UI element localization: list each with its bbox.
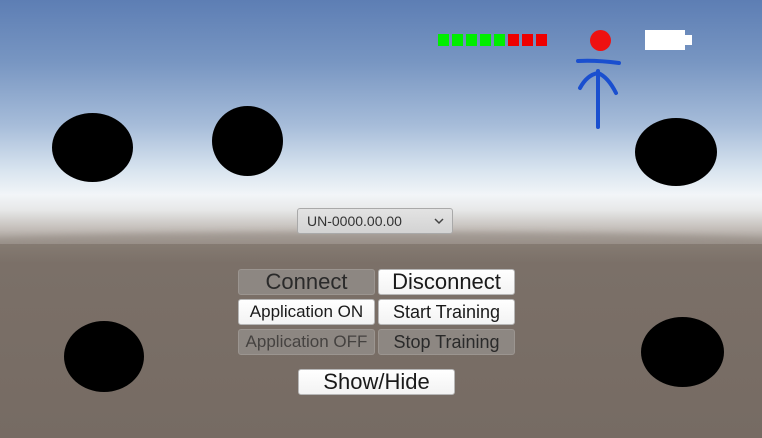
marker-blob-top-left — [52, 113, 133, 182]
hand-drawn-arrow-icon — [576, 58, 621, 129]
application-off-button[interactable]: Application OFF — [238, 329, 375, 355]
stop-training-label: Stop Training — [393, 331, 500, 352]
game-viewport: UN-0000.00.00 Connect Disconnect Applica… — [0, 0, 762, 438]
signal-segment-on — [438, 34, 449, 46]
battery-icon — [645, 30, 685, 50]
stop-training-button[interactable]: Stop Training — [378, 329, 515, 355]
signal-strength-meter — [438, 34, 547, 46]
marker-blob-top-right — [635, 118, 717, 186]
marker-blob-top-center — [212, 106, 283, 176]
marker-blob-bottom-left — [64, 321, 144, 392]
start-training-button[interactable]: Start Training — [378, 299, 515, 325]
connect-button-label: Connect — [265, 269, 348, 294]
application-on-label: Application ON — [249, 302, 364, 321]
marker-blob-bottom-right — [641, 317, 724, 387]
signal-segment-off — [508, 34, 519, 46]
status-dot-icon — [590, 30, 611, 51]
signal-segment-on — [480, 34, 491, 46]
application-off-label: Application OFF — [245, 332, 368, 351]
show-hide-button[interactable]: Show/Hide — [298, 369, 455, 395]
chevron-down-icon — [434, 218, 444, 225]
disconnect-button-label: Disconnect — [392, 269, 501, 294]
signal-segment-off — [522, 34, 533, 46]
application-on-button[interactable]: Application ON — [238, 299, 375, 325]
device-select-dropdown[interactable]: UN-0000.00.00 — [297, 208, 453, 234]
battery-tip — [685, 35, 692, 45]
start-training-label: Start Training — [392, 301, 501, 322]
show-hide-label: Show/Hide — [323, 369, 430, 394]
signal-segment-off — [536, 34, 547, 46]
signal-segment-on — [494, 34, 505, 46]
signal-segment-on — [466, 34, 477, 46]
connect-button[interactable]: Connect — [238, 269, 375, 295]
disconnect-button[interactable]: Disconnect — [378, 269, 515, 295]
device-select-value: UN-0000.00.00 — [307, 213, 402, 229]
signal-segment-on — [452, 34, 463, 46]
